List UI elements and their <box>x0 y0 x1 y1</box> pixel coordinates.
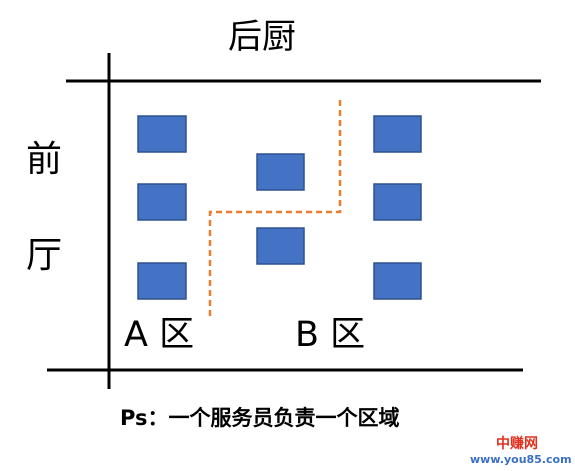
zone-a-label: A 区 <box>124 315 195 355</box>
table-zone-a-3 <box>137 262 187 300</box>
table-middle-2 <box>256 227 305 265</box>
front-hall-label-line2: 厅 <box>26 235 63 276</box>
table-zone-b-3 <box>373 262 422 300</box>
table-zone-b-1 <box>373 115 422 153</box>
table-middle-1 <box>256 153 305 191</box>
note-text: Ps：一个服务员负责一个区域 <box>120 406 400 430</box>
table-zone-b-2 <box>373 183 422 221</box>
restaurant-layout-diagram: 后厨 前 厅 A 区 B 区 Ps：一个服务员负责一个区域 中赚网 www.yo… <box>0 0 575 471</box>
zone-b-label: B 区 <box>295 315 366 355</box>
watermark-url: www.you85.com <box>470 453 572 466</box>
kitchen-label: 后厨 <box>228 17 296 57</box>
table-zone-a-1 <box>137 115 187 153</box>
front-hall-label-line1: 前 <box>26 139 63 180</box>
table-zone-a-2 <box>137 183 187 221</box>
floor-plan <box>47 53 541 389</box>
zone-divider-dashed-line <box>208 98 342 316</box>
watermark-site-name: 中赚网 <box>496 436 538 452</box>
